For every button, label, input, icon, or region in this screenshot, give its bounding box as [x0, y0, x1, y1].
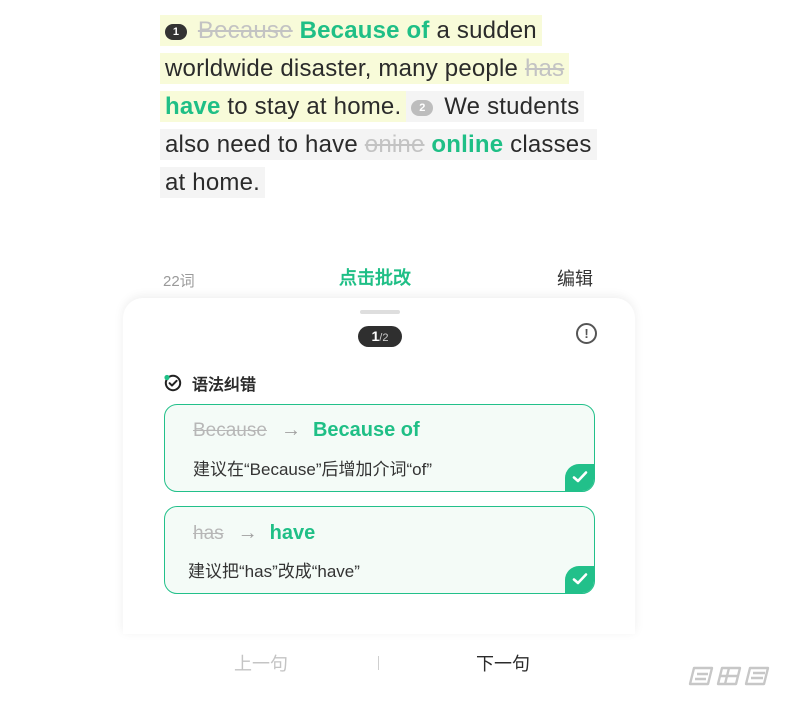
wrong-word: onine [364, 131, 425, 158]
corrected-word: online [431, 131, 504, 158]
essay-line-2: worldwide disaster, many people has [160, 50, 616, 88]
essay-text-span: We students [444, 93, 580, 120]
check-icon[interactable] [565, 464, 594, 491]
info-icon[interactable]: ! [576, 323, 597, 344]
original-word: Because [193, 419, 267, 441]
corrected-word: Because of [312, 419, 420, 441]
correction-row: Because → Because of [193, 419, 420, 442]
grammar-check-icon [164, 374, 182, 392]
essay-text-span: a sudden [436, 17, 537, 44]
essay-text: 1 Because Because of a sudden worldwide … [160, 12, 616, 202]
original-word: has [193, 522, 224, 544]
suggestion-text: 建议把“has”改成“have” [188, 562, 360, 581]
check-essay-button[interactable]: 点击批改 [339, 264, 411, 290]
sentence-2-segment[interactable]: at home. [160, 167, 265, 198]
edit-button[interactable]: 编辑 [557, 265, 593, 291]
correction-row: has → have [193, 522, 315, 545]
footer-divider [378, 656, 379, 670]
correction-pager: 1/2 [358, 326, 402, 347]
essay-text-span: also need to have [165, 131, 358, 158]
corrected-word: have [269, 522, 316, 544]
essay-line-3: have to stay at home. 2 We students [160, 88, 616, 126]
correction-card-1[interactable]: Because → Because of 建议在“Because”后增加介词“o… [164, 404, 595, 492]
section-title: 语法纠错 [192, 377, 257, 394]
sentence-1-segment[interactable]: 1 Because Because of a sudden [160, 15, 542, 46]
wrong-word: has [524, 55, 565, 82]
sentence-1-segment[interactable]: worldwide disaster, many people has [160, 53, 570, 84]
correction-sheet: 1/2 ! 语法纠错 Because → Because of 建议在“Beca… [123, 298, 635, 634]
pager-total: 2 [382, 332, 389, 344]
error-marker-1[interactable]: 1 [165, 24, 187, 40]
suggestion-text: 建议在“Because”后增加介词“of” [193, 460, 432, 479]
section-header: 语法纠错 [163, 371, 256, 395]
essay-text-span: classes [510, 131, 592, 158]
arrow-right-icon: → [280, 419, 301, 441]
essay-line-4: also need to have onine online classes [160, 126, 616, 164]
sentence-2-segment[interactable]: 2 We students [406, 91, 585, 122]
essay-line-5: at home. [160, 164, 616, 202]
wrong-word: Because [197, 17, 293, 44]
sentence-1-segment[interactable]: have to stay at home. [160, 91, 407, 122]
watermark-logo [688, 666, 770, 686]
drag-handle[interactable] [360, 310, 400, 314]
essay-line-1: 1 Because Because of a sudden [160, 12, 616, 50]
sentence-2-segment[interactable]: also need to have onine online classes [160, 129, 597, 160]
check-icon[interactable] [565, 566, 594, 593]
corrected-word: Because of [299, 17, 430, 44]
previous-sentence-button[interactable]: 上一句 [234, 650, 288, 676]
essay-text-span: at home. [165, 169, 260, 196]
arrow-right-icon: → [237, 522, 258, 544]
essay-text-span: worldwide disaster, many people [165, 55, 519, 82]
word-count: 22词 [163, 273, 195, 290]
error-marker-2[interactable]: 2 [411, 100, 434, 116]
essay-review-screen: 1 Because Because of a sudden worldwide … [0, 0, 800, 702]
correction-card-2[interactable]: has → have 建议把“has”改成“have” [164, 506, 595, 594]
next-sentence-button[interactable]: 下一句 [476, 650, 530, 676]
essay-text-span: to stay at home. [227, 93, 402, 120]
corrected-word: have [165, 93, 221, 120]
